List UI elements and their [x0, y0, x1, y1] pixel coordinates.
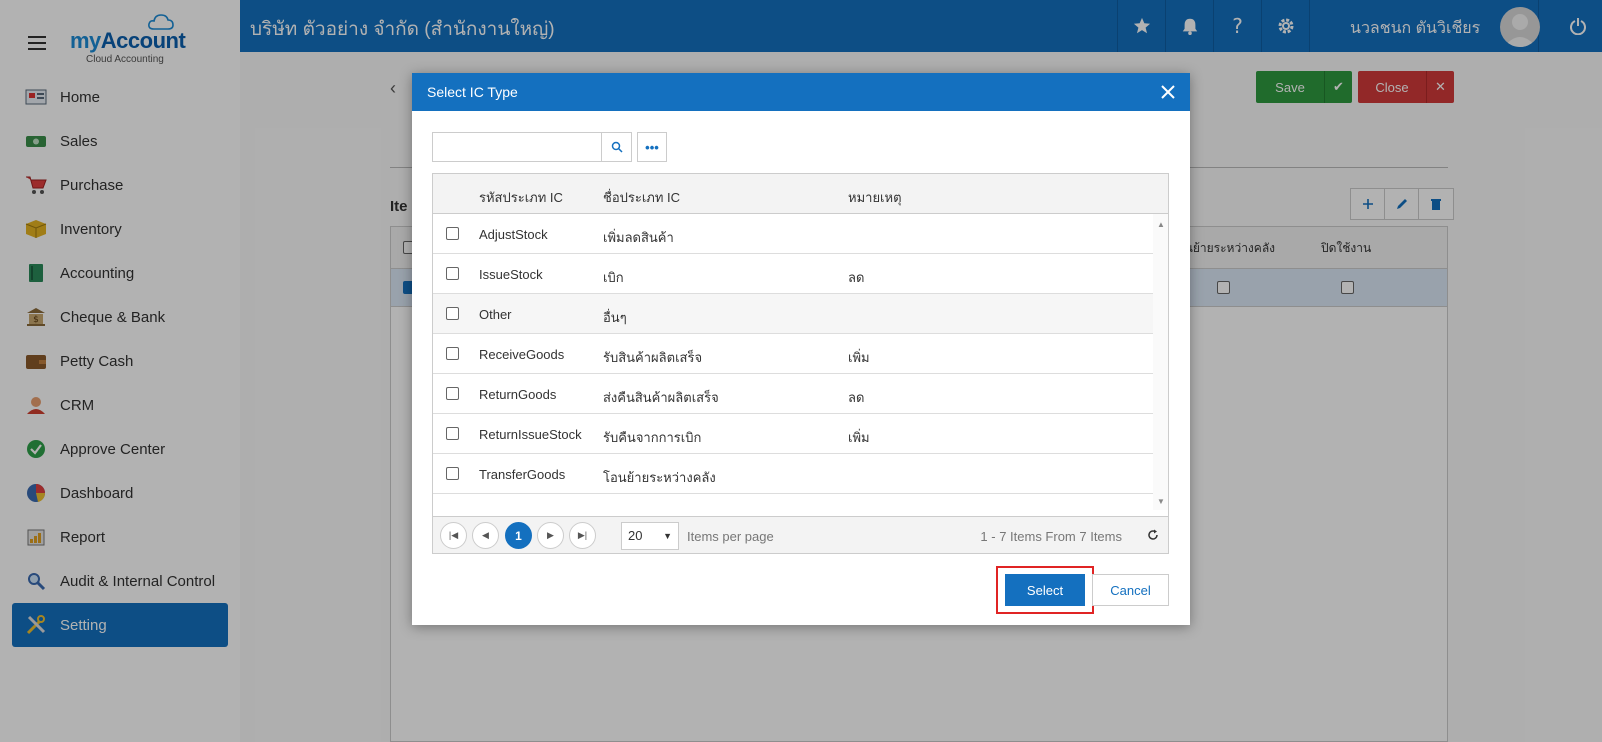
- column-header-note[interactable]: หมายเหตุ: [848, 187, 902, 208]
- first-page-icon[interactable]: |◀: [440, 522, 467, 549]
- table-row[interactable]: ReceiveGoods รับสินค้าผลิตเสร็จ เพิ่ม: [433, 334, 1153, 374]
- row-checkbox[interactable]: [446, 307, 459, 320]
- search-icon[interactable]: [602, 132, 632, 162]
- select-button[interactable]: Select: [1005, 574, 1085, 606]
- table-row[interactable]: Other อื่นๆ: [433, 294, 1153, 334]
- row-checkbox[interactable]: [446, 427, 459, 440]
- row-checkbox[interactable]: [446, 347, 459, 360]
- grid-body: AdjustStock เพิ่มลดสินค้า IssueStock เบิ…: [433, 214, 1153, 509]
- cancel-button[interactable]: Cancel: [1092, 574, 1169, 606]
- dialog-title: Select IC Type: [427, 84, 518, 100]
- ic-code: TransferGoods: [479, 467, 566, 482]
- ic-note: ลด: [848, 270, 865, 285]
- ic-type-grid: รหัสประเภท IC ชื่อประเภท IC หมายเหตุ Adj…: [432, 173, 1169, 554]
- ic-note: เพิ่ม: [848, 350, 870, 365]
- ic-name: เพิ่มลดสินค้า: [603, 230, 674, 245]
- column-header-name[interactable]: ชื่อประเภท IC: [603, 187, 680, 208]
- items-per-page-label: Items per page: [687, 529, 774, 544]
- row-checkbox[interactable]: [446, 267, 459, 280]
- ic-code: ReturnGoods: [479, 387, 557, 402]
- select-ic-type-dialog: Select IC Type ••• รหัสประเภท IC ชื่อประ…: [412, 73, 1190, 625]
- row-checkbox[interactable]: [446, 227, 459, 240]
- ic-name: โอนย้ายระหว่างคลัง: [603, 470, 716, 485]
- ic-code: AdjustStock: [479, 227, 548, 242]
- vertical-scrollbar[interactable]: ▲ ▼: [1153, 214, 1168, 510]
- page-size-select[interactable]: 20 ▼: [621, 522, 679, 550]
- ic-name: ส่งคืนสินค้าผลิตเสร็จ: [603, 390, 719, 405]
- page-size-value: 20: [628, 528, 643, 543]
- dialog-header: Select IC Type: [412, 73, 1190, 111]
- ic-name: รับสินค้าผลิตเสร็จ: [603, 350, 703, 365]
- refresh-icon[interactable]: [1144, 526, 1162, 544]
- ic-code: ReturnIssueStock: [479, 427, 582, 442]
- row-checkbox[interactable]: [446, 467, 459, 480]
- ic-name: เบิก: [603, 270, 624, 285]
- grid-pager: |◀ ◀ 1 ▶ ▶| 20 ▼ Items per page 1 - 7 It…: [433, 516, 1168, 553]
- dropdown-arrow-icon: ▼: [663, 531, 672, 541]
- close-icon[interactable]: [1156, 80, 1180, 104]
- ic-code: Other: [479, 307, 512, 322]
- last-page-icon[interactable]: ▶|: [569, 522, 596, 549]
- ic-code: IssueStock: [479, 267, 543, 282]
- more-options-icon[interactable]: •••: [637, 132, 667, 162]
- ic-name: รับคืนจากการเบิก: [603, 430, 702, 445]
- search-input[interactable]: [432, 132, 602, 162]
- pager-info: 1 - 7 Items From 7 Items: [980, 529, 1122, 544]
- column-header-code[interactable]: รหัสประเภท IC: [479, 187, 563, 208]
- scroll-down-arrow-icon[interactable]: ▼: [1157, 497, 1165, 506]
- table-row[interactable]: TransferGoods โอนย้ายระหว่างคลัง: [433, 454, 1153, 494]
- ic-note: ลด: [848, 390, 865, 405]
- table-row[interactable]: ReturnIssueStock รับคืนจากการเบิก เพิ่ม: [433, 414, 1153, 454]
- grid-header: รหัสประเภท IC ชื่อประเภท IC หมายเหตุ: [433, 174, 1168, 214]
- table-row[interactable]: AdjustStock เพิ่มลดสินค้า: [433, 214, 1153, 254]
- row-checkbox[interactable]: [446, 387, 459, 400]
- ic-code: ReceiveGoods: [479, 347, 565, 362]
- scroll-up-arrow-icon[interactable]: ▲: [1157, 220, 1165, 229]
- ic-note: เพิ่ม: [848, 430, 870, 445]
- page-number[interactable]: 1: [505, 522, 532, 549]
- ic-name: อื่นๆ: [603, 310, 627, 325]
- table-row[interactable]: IssueStock เบิก ลด: [433, 254, 1153, 294]
- table-row[interactable]: ReturnGoods ส่งคืนสินค้าผลิตเสร็จ ลด: [433, 374, 1153, 414]
- next-page-icon[interactable]: ▶: [537, 522, 564, 549]
- prev-page-icon[interactable]: ◀: [472, 522, 499, 549]
